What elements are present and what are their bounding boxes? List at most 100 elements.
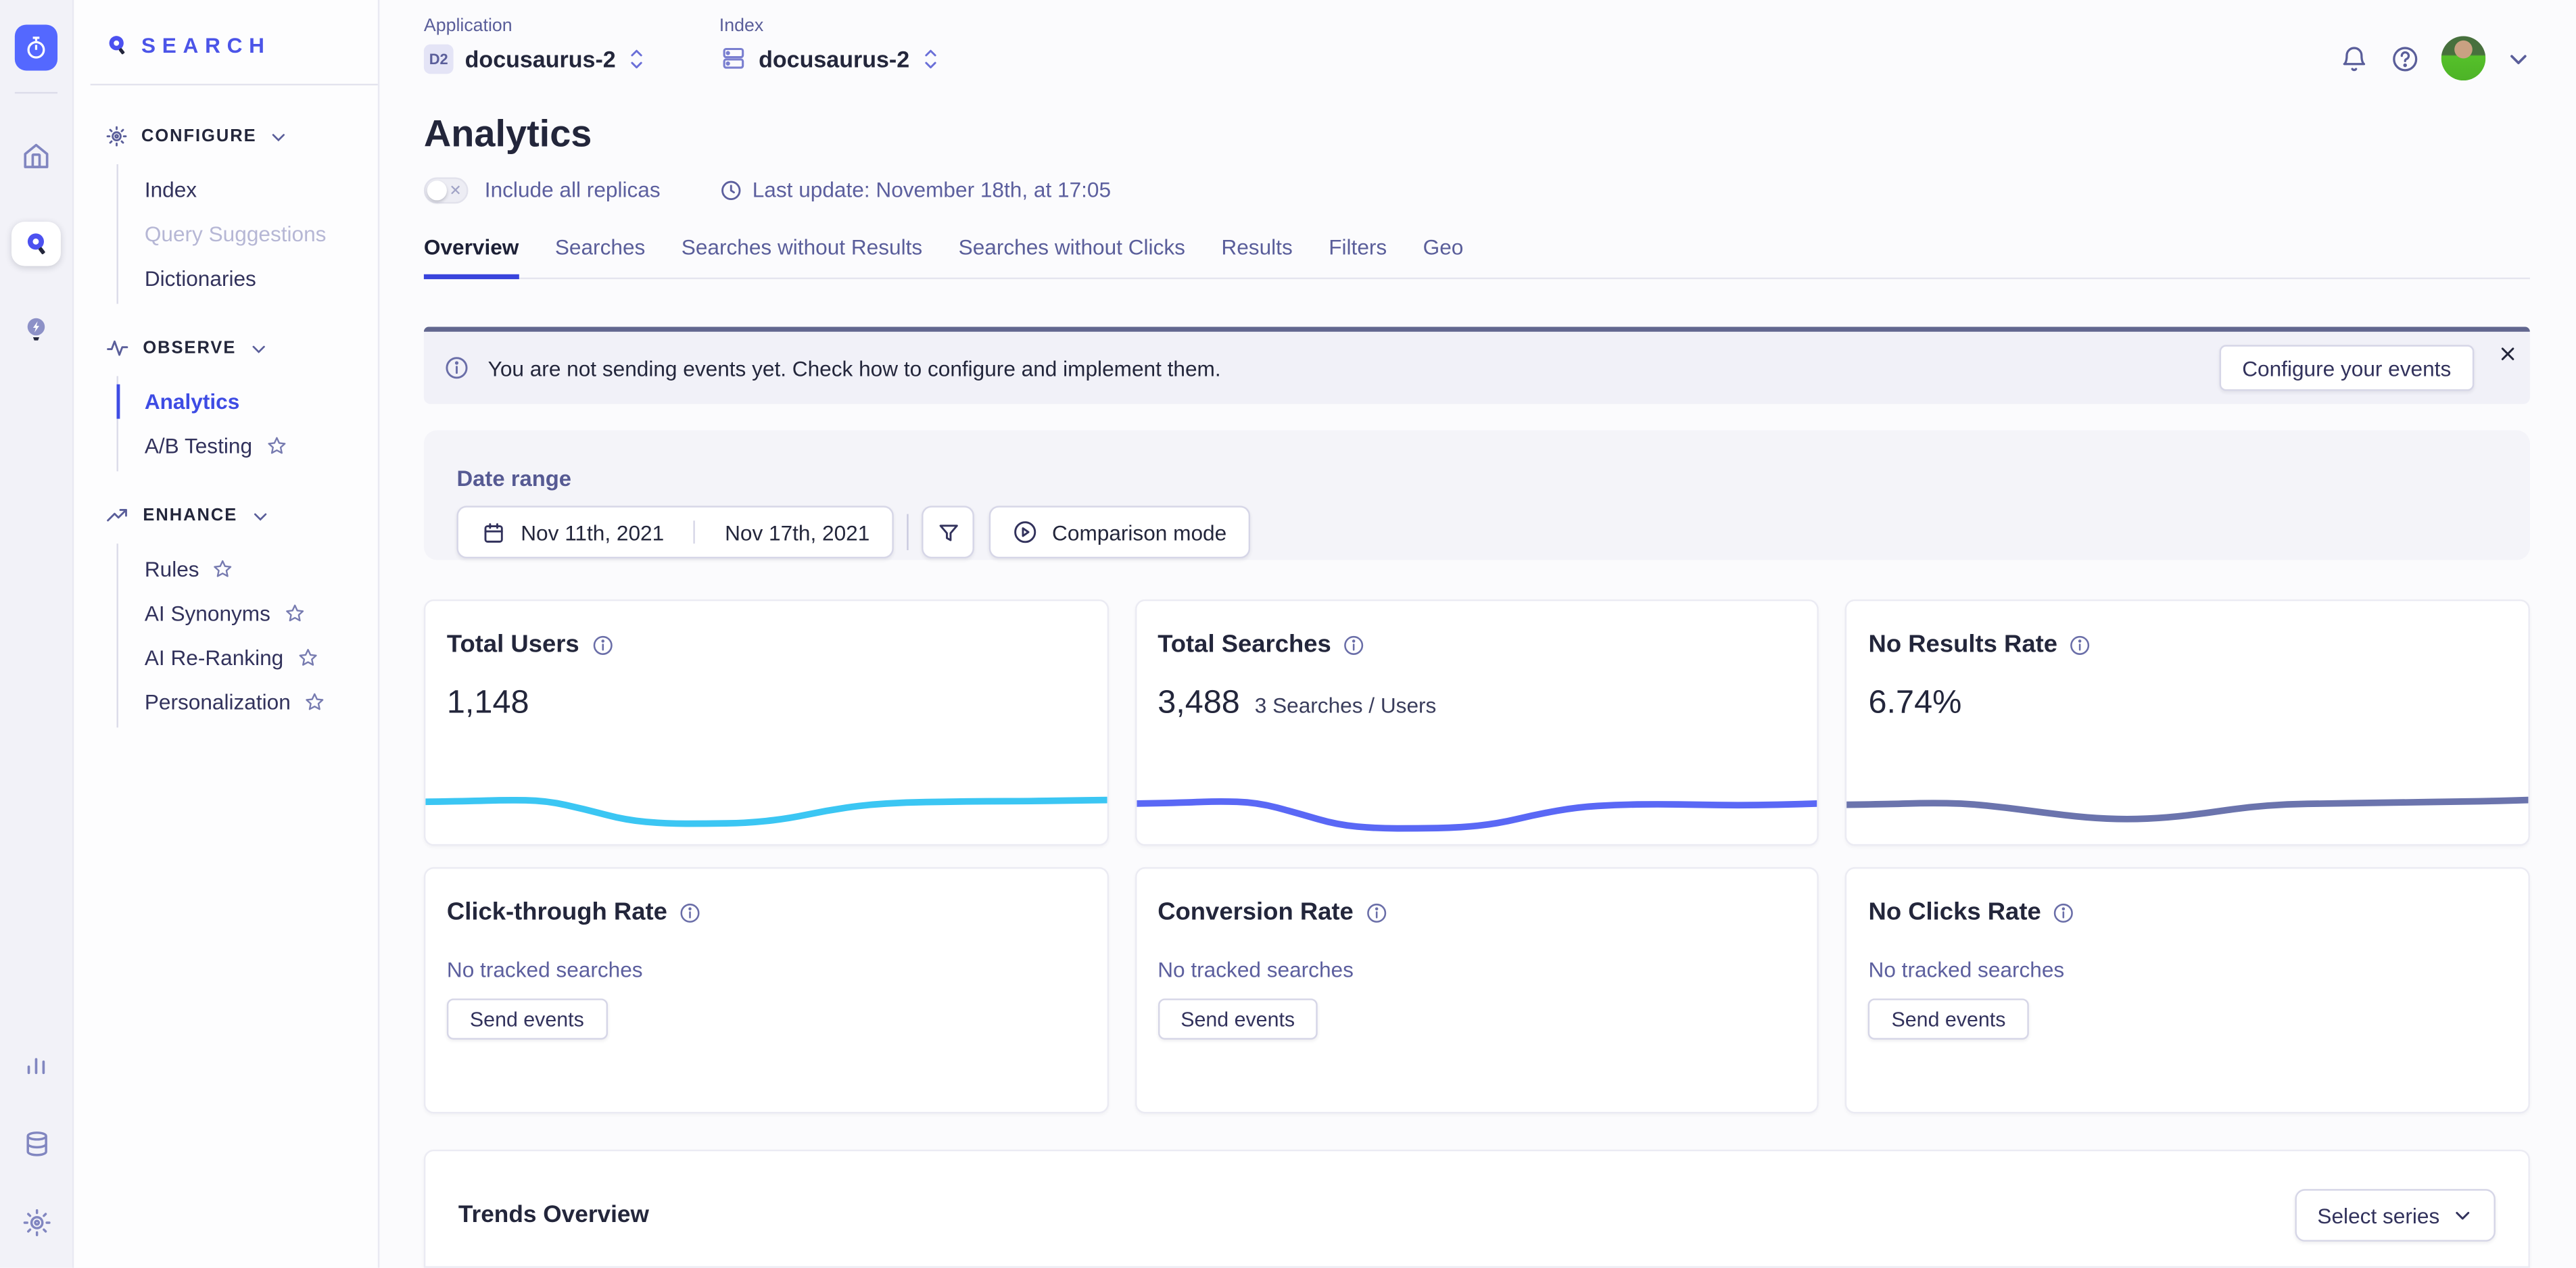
section-head-enhance[interactable]: ENHANCE [74, 501, 378, 531]
sidebar-item-label: Dictionaries [145, 266, 256, 291]
tab-bar: Overview Searches Searches without Resul… [424, 235, 2530, 279]
total-users-card: Total Users 1,148 [424, 600, 1108, 846]
avatar[interactable] [2441, 36, 2486, 80]
empty-state-text: No tracked searches [447, 958, 1107, 982]
sidebar-item-label: Rules [145, 557, 199, 581]
usage-button[interactable] [11, 1041, 61, 1087]
info-icon[interactable] [591, 633, 614, 656]
sidebar-item-query-suggestions[interactable]: Query Suggestions [145, 212, 378, 256]
sidebar-item-index[interactable]: Index [145, 168, 378, 212]
notifications-button[interactable] [2339, 43, 2369, 73]
card-title: Conversion Rate [1158, 898, 1354, 926]
sidebar: SEARCH CONFIGURE [74, 0, 379, 1268]
activity-icon [105, 337, 130, 360]
recommend-button[interactable] [11, 306, 61, 351]
sidebar-item-dictionaries[interactable]: Dictionaries [145, 256, 378, 301]
tab-overview[interactable]: Overview [424, 235, 519, 279]
tab-searches[interactable]: Searches [555, 235, 645, 279]
click-through-rate-card: Click-through Rate No tracked searches S… [424, 867, 1108, 1113]
info-icon[interactable] [1365, 901, 1388, 924]
home-icon [20, 140, 53, 173]
page-meta-row: ✕ Include all replicas Last update: Nove… [424, 177, 2530, 203]
select-series-button[interactable]: Select series [2294, 1189, 2495, 1242]
sidebar-item-label: Personalization [145, 690, 291, 714]
search-product-button[interactable] [11, 222, 61, 266]
tab-filters[interactable]: Filters [1329, 235, 1387, 279]
date-start: Nov 11th, 2021 [521, 520, 664, 545]
stopwatch-icon [23, 34, 49, 61]
section-items: Rules AI Synonyms AI Re-Ranking Personal… [117, 543, 378, 727]
sidebar-item-label: AI Synonyms [145, 601, 270, 625]
event-cards-row: Click-through Rate No tracked searches S… [424, 867, 2530, 1113]
product-name: SEARCH [141, 33, 271, 57]
sidebar-item-rules[interactable]: Rules [145, 547, 378, 591]
home-button[interactable] [11, 133, 61, 179]
comparison-mode-button[interactable]: Comparison mode [990, 506, 1249, 559]
controls-divider [907, 514, 909, 550]
date-range-button[interactable]: Nov 11th, 2021 Nov 17th, 2021 [456, 506, 894, 559]
sidebar-item-label: A/B Testing [145, 433, 252, 458]
sidebar-item-label: Index [145, 177, 197, 201]
no-clicks-rate-card: No Clicks Rate No tracked searches Send … [1846, 867, 2530, 1113]
date-range-panel: Date range Nov 11th, 2021 Nov 17th, 2021 [424, 431, 2530, 560]
sidebar-item-ab-testing[interactable]: A/B Testing [145, 424, 378, 468]
section-label: CONFIGURE [141, 126, 257, 146]
tab-geo[interactable]: Geo [1423, 235, 1464, 279]
chevron-down-icon [249, 339, 268, 358]
include-replicas-toggle[interactable]: ✕ [424, 177, 469, 203]
tab-searches-without-clicks[interactable]: Searches without Clicks [959, 235, 1185, 279]
help-button[interactable] [2390, 43, 2420, 73]
sidebar-item-ai-re-ranking[interactable]: AI Re-Ranking [145, 635, 378, 680]
info-icon[interactable] [2053, 901, 2076, 924]
calendar-icon [481, 520, 506, 545]
tab-searches-without-results[interactable]: Searches without Results [682, 235, 922, 279]
sidebar-item-ai-synonyms[interactable]: AI Synonyms [145, 591, 378, 636]
card-title: Total Searches [1158, 631, 1331, 658]
total-users-sparkline [425, 775, 1107, 834]
settings-button[interactable] [11, 1199, 61, 1245]
bell-icon [2339, 43, 2369, 73]
index-label: Index [719, 16, 939, 36]
sidebar-item-personalization[interactable]: Personalization [145, 680, 378, 725]
application-badge: D2 [424, 45, 454, 74]
info-icon [444, 355, 470, 381]
trending-up-icon [105, 504, 130, 527]
index-selector: Index docusaurus-2 [719, 16, 939, 72]
index-select[interactable]: docusaurus-2 [719, 45, 939, 72]
sidebar-item-label: Query Suggestions [145, 222, 327, 246]
info-icon[interactable] [679, 901, 702, 924]
topbar: Application D2 docusaurus-2 Index docu [424, 0, 2530, 89]
card-title: No Results Rate [1869, 631, 2058, 658]
info-icon[interactable] [2069, 633, 2092, 656]
section-head-configure[interactable]: CONFIGURE [74, 122, 378, 151]
topbar-right [2339, 36, 2530, 80]
chevron-down-icon [2507, 47, 2530, 70]
account-menu-button[interactable] [2507, 47, 2530, 70]
funnel-icon [936, 520, 961, 545]
send-events-button[interactable]: Send events [1869, 998, 2029, 1040]
rail-bottom-group [11, 1041, 61, 1244]
section-label: OBSERVE [143, 339, 236, 358]
sidebar-item-analytics[interactable]: Analytics [145, 379, 378, 424]
application-select[interactable]: D2 docusaurus-2 [424, 45, 646, 74]
send-events-button[interactable]: Send events [447, 998, 607, 1040]
algolia-logo[interactable] [15, 24, 57, 70]
nav-section-configure: CONFIGURE Index Query Suggestions Dictio… [74, 122, 378, 304]
chevron-down-icon [2453, 1206, 2473, 1225]
last-update: Last update: November 18th, at 17:05 [719, 178, 1111, 202]
data-button[interactable] [11, 1120, 61, 1166]
nav-section-observe: OBSERVE Analytics A/B Testing [74, 333, 378, 471]
configure-events-button[interactable]: Configure your events [2219, 345, 2474, 391]
icon-rail [0, 0, 74, 1268]
application-value: docusaurus-2 [465, 46, 616, 72]
gear-icon [105, 125, 128, 148]
info-icon[interactable] [1343, 633, 1366, 656]
section-head-observe[interactable]: OBSERVE [74, 333, 378, 363]
page-title: Analytics [424, 112, 2530, 156]
tab-results[interactable]: Results [1221, 235, 1292, 279]
chevron-up-down-icon [921, 47, 939, 70]
toggle-knob [427, 180, 447, 200]
filter-button[interactable] [922, 506, 975, 559]
banner-close-button[interactable] [2499, 345, 2517, 363]
send-events-button[interactable]: Send events [1158, 998, 1318, 1040]
